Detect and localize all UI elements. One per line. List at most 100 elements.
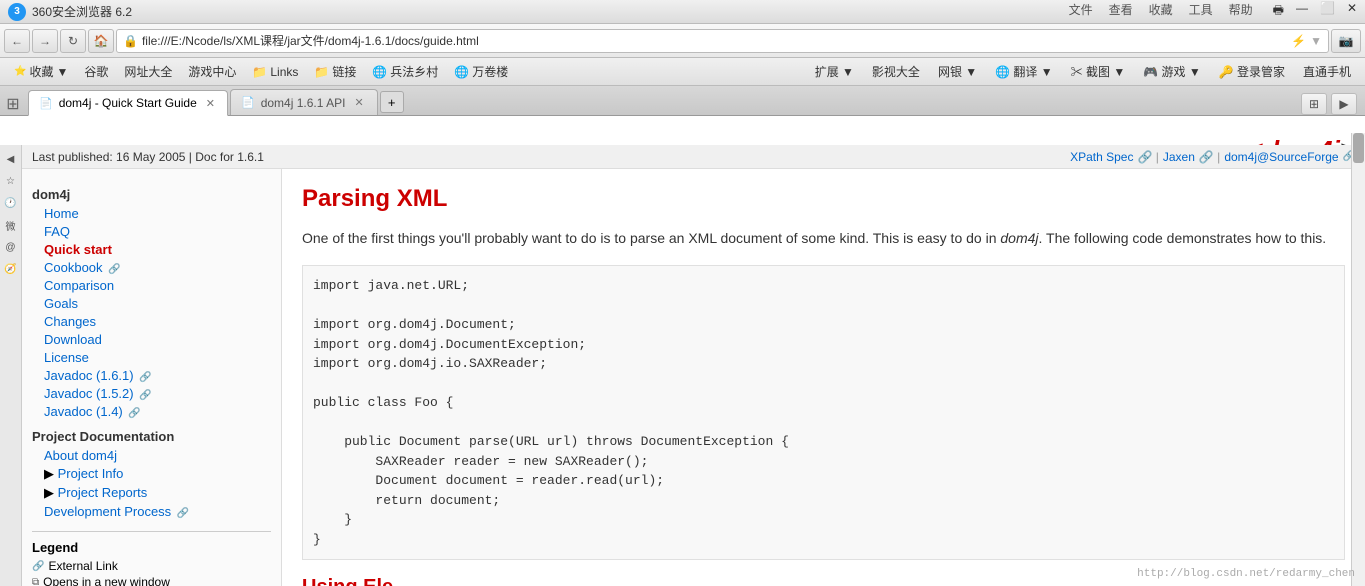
nav-link-javadoc152[interactable]: Javadoc (1.5.2) [44, 386, 134, 401]
nav-link-project-info[interactable]: Project Info [58, 466, 124, 481]
nav-list: Home FAQ Quick start Cookbook 🔗 Comparis… [32, 206, 271, 419]
nav-link-project-reports[interactable]: Project Reports [58, 485, 148, 500]
tab-doc-icon: 📄 [39, 97, 53, 110]
bookmark-chain[interactable]: 📁 链接 [308, 61, 362, 82]
legend-new-window: ⧉ Opens in a new window [32, 575, 271, 586]
menu-tools[interactable]: 工具 [1185, 1, 1217, 22]
tabs-bar: ⊞ 📄 dom4j - Quick Start Guide ✕ 📄 dom4j … [0, 86, 1365, 116]
nav-item-download[interactable]: Download [44, 332, 271, 347]
sidebar-weibo-icon[interactable]: 微 [1, 215, 21, 235]
page-title: Parsing XML [302, 185, 1345, 213]
sep1: 🔗 | [1137, 150, 1158, 164]
menu-file[interactable]: 文件 [1065, 1, 1097, 22]
cookbook-ext-icon: 🔗 [108, 264, 120, 275]
nav-link-quickstart[interactable]: Quick start [44, 242, 112, 257]
forward-button[interactable]: → [32, 29, 58, 53]
nav-link-about[interactable]: About dom4j [44, 448, 117, 463]
tab-api-icon: 📄 [241, 96, 255, 109]
screenshot-btn[interactable]: 📷 [1331, 29, 1361, 53]
nav-link-javadoc14[interactable]: Javadoc (1.4) [44, 404, 123, 419]
nav-item-javadoc161[interactable]: Javadoc (1.6.1) 🔗 [44, 368, 271, 383]
tab-quickstart[interactable]: 📄 dom4j - Quick Start Guide ✕ [28, 90, 228, 116]
bookmark-google[interactable]: 谷歌 [78, 61, 114, 82]
bookmark-links[interactable]: 📁 Links [246, 63, 304, 81]
legend-external-label: External Link [48, 559, 117, 573]
nav-link-license[interactable]: License [44, 350, 89, 365]
nav-item-javadoc14[interactable]: Javadoc (1.4) 🔗 [44, 404, 271, 419]
jaxen-link[interactable]: Jaxen [1163, 150, 1195, 164]
code-block: import java.net.URL; import org.dom4j.Do… [302, 265, 1345, 560]
arrow-icon-reports: ▶ [44, 485, 54, 500]
back-button[interactable]: ← [4, 29, 30, 53]
nav-item-project-reports[interactable]: ▶ Project Reports [44, 485, 271, 501]
project-doc-title: Project Documentation [32, 429, 271, 444]
dom4j-sourceforge-link[interactable]: dom4j@SourceForge [1224, 150, 1338, 164]
bookmark-netaddr[interactable]: 网址大全 [118, 61, 178, 82]
nav-item-javadoc152[interactable]: Javadoc (1.5.2) 🔗 [44, 386, 271, 401]
xpath-spec-link[interactable]: XPath Spec [1070, 150, 1133, 164]
legend-new-window-label: Opens in a new window [43, 575, 170, 586]
nav-link-comparison[interactable]: Comparison [44, 278, 114, 293]
refresh-button[interactable]: ↻ [60, 29, 86, 53]
nav-item-home[interactable]: Home [44, 206, 271, 221]
nav-link-javadoc161[interactable]: Javadoc (1.6.1) [44, 368, 134, 383]
video-btn[interactable]: 影视大全 [866, 61, 926, 82]
nav-item-changes[interactable]: Changes [44, 314, 271, 329]
javadoc14-ext-icon: 🔗 [128, 408, 140, 419]
scrollbar[interactable] [1351, 133, 1365, 586]
next-section-preview: Using Ele... [302, 576, 1345, 586]
address-bar[interactable]: 🔒 file:///E:/Ncode/ls/XML课程/jar文件/dom4j-… [116, 29, 1329, 53]
sidebar-history-icon[interactable]: 🕐 [1, 193, 21, 213]
screenshot-menu-btn[interactable]: ✂ 截图 ▼ [1065, 61, 1132, 82]
sidebar-nav-icon[interactable]: 🧭 [1, 259, 21, 279]
sidebar-email-icon[interactable]: @ [1, 237, 21, 257]
content-area: dom4j Home FAQ Quick start Cookbook 🔗 Co… [22, 169, 1365, 586]
new-tab-button[interactable]: + [380, 91, 404, 113]
direct-btn[interactable]: 直通手机 [1297, 61, 1357, 82]
translate-btn[interactable]: 🌐 翻译 ▼ [989, 61, 1059, 82]
nav-link-download[interactable]: Download [44, 332, 102, 347]
bookmark-wanjuan[interactable]: 🌐 万卷楼 [448, 61, 514, 82]
tab-api[interactable]: 📄 dom4j 1.6.1 API ✕ [230, 89, 378, 115]
nav-link-goals[interactable]: Goals [44, 296, 78, 311]
tab-api-close[interactable]: ✕ [351, 95, 366, 110]
nav-link-dev-process[interactable]: Development Process [44, 504, 171, 519]
nav-item-goals[interactable]: Goals [44, 296, 271, 311]
sidebar-toggle[interactable]: ⊞ [4, 93, 22, 115]
bookmark-games[interactable]: 游戏中心 [182, 61, 242, 82]
nav-link-home[interactable]: Home [44, 206, 79, 221]
tab-list-btn[interactable]: ⊞ [1301, 93, 1327, 115]
nav-link-faq[interactable]: FAQ [44, 224, 70, 239]
sidebar-star-icon[interactable]: ☆ [1, 171, 21, 191]
javadoc161-ext-icon: 🔗 [139, 372, 151, 383]
menu-favorites[interactable]: 收藏 [1145, 1, 1177, 22]
nav-item-project-info[interactable]: ▶ Project Info [44, 466, 271, 482]
menu-help[interactable]: 帮助 [1225, 1, 1257, 22]
nav-item-about[interactable]: About dom4j [44, 448, 271, 463]
nav-link-changes[interactable]: Changes [44, 314, 96, 329]
menu-view[interactable]: 查看 [1105, 1, 1137, 22]
sidebar-back-icon[interactable]: ◀ [1, 149, 21, 169]
netbank-btn[interactable]: 网银 ▼ [932, 61, 983, 82]
nav-item-comparison[interactable]: Comparison [44, 278, 271, 293]
tab-quickstart-label: dom4j - Quick Start Guide [59, 96, 197, 110]
published-text: Last published: 16 May 2005 | Doc for 1.… [32, 150, 264, 164]
tab-quickstart-close[interactable]: ✕ [203, 96, 218, 111]
nav-item-quickstart[interactable]: Quick start [44, 242, 271, 257]
nav-item-faq[interactable]: FAQ [44, 224, 271, 239]
nav-item-dev-process[interactable]: Development Process 🔗 [44, 504, 271, 519]
window-controls[interactable]: 文件 查看 收藏 工具 帮助 🖶 — ⬜ ✕ [1065, 1, 1357, 22]
bookmark-soldier[interactable]: 🌐 兵法乡村 [366, 61, 444, 82]
nav-link-cookbook[interactable]: Cookbook [44, 260, 103, 275]
nav-item-cookbook[interactable]: Cookbook 🔗 [44, 260, 271, 275]
games-btn[interactable]: 🎮 游戏 ▼ [1137, 61, 1207, 82]
home-button[interactable]: 🏠 [88, 29, 114, 53]
nav-item-license[interactable]: License [44, 350, 271, 365]
ext-btn[interactable]: 扩展 ▼ [809, 61, 860, 82]
tab-forward-btn[interactable]: ▶ [1331, 93, 1357, 115]
legend-external: 🔗 External Link [32, 559, 271, 573]
bookmark-favorites[interactable]: ⭐ 收藏 ▼ [8, 61, 74, 82]
tab-api-label: dom4j 1.6.1 API [261, 96, 346, 110]
scroll-thumb[interactable] [1353, 133, 1364, 163]
login-btn[interactable]: 🔑 登录管家 [1213, 61, 1291, 82]
